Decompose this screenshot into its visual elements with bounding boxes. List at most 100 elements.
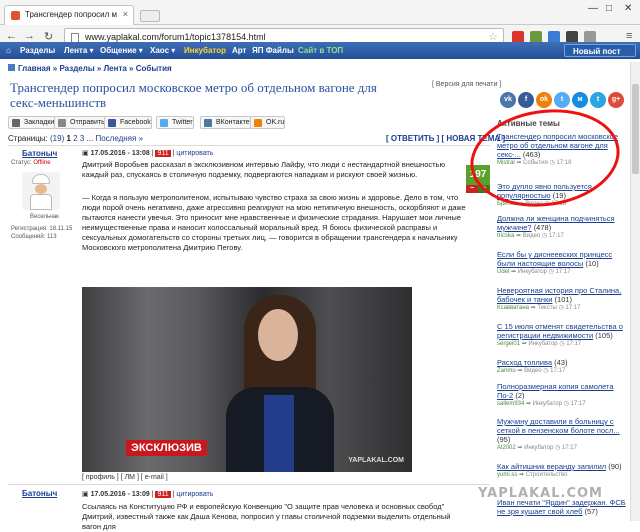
topic-meta: Udel ➡ Инкубатор ◷ 17:17 [497, 269, 571, 275]
post-paragraph: — Когда я пользую метрополитеном, испыты… [82, 193, 466, 252]
topic-link[interactable]: Должна ли женщина подчиняться мужчине? [497, 214, 615, 232]
topic-meta: Al2002 ➡ Инкубатор ◷ 17:17 [497, 445, 577, 451]
topic-link[interactable]: Как айтишник веранду запилил [497, 462, 606, 471]
post-meta: ▣ 17.05.2016 - 13:08 | 911 | цитировать [82, 150, 214, 157]
facebook-icon[interactable]: f [518, 92, 534, 108]
active-topic: Как айтишник веранду запилил (90) yumi.s… [497, 462, 627, 480]
vk-icon[interactable]: vk [500, 92, 516, 108]
topic-count: (105) [595, 331, 613, 340]
new-tab-button[interactable] [140, 10, 160, 22]
google-plus-icon[interactable]: g+ [608, 92, 624, 108]
post-number[interactable]: 911 [155, 491, 171, 498]
pager-label: Страницы: [8, 134, 48, 143]
quote-link[interactable]: цитировать [176, 150, 213, 157]
nav-files[interactable]: ЯП Файлы [252, 46, 294, 55]
scrollbar-thumb[interactable] [632, 84, 639, 174]
crumb-feed[interactable]: Лента [104, 64, 127, 73]
share-vk-button[interactable]: ВКонтакте [200, 116, 251, 129]
post-icon: ▣ [82, 491, 89, 498]
share-label: ВКонтакте [216, 119, 250, 126]
ok-icon[interactable]: ok [536, 92, 552, 108]
nav-chaos[interactable]: Хаос ▾ [150, 46, 175, 55]
active-topic: Расход топлива (43) Zanmu ➡ Видео ◷ 17:1… [497, 358, 627, 376]
pager-dots: ... [86, 134, 94, 143]
maximize-icon[interactable]: □ [606, 3, 612, 14]
share-label: Отправить [70, 119, 105, 126]
twitter-icon [160, 119, 168, 127]
close-window-icon[interactable]: ✕ [624, 3, 632, 14]
share-ok-button[interactable]: OK.ru [250, 116, 286, 129]
forward-icon[interactable]: → [24, 30, 35, 42]
topic-link[interactable]: Мужчину доставили в больницу с сеткой в … [497, 417, 620, 435]
post-links[interactable]: [ профиль ] [ ЛМ ] [ e-mail ] [82, 474, 168, 481]
minimize-icon[interactable]: — [588, 3, 598, 14]
post-author-status: Статус: Offline [11, 160, 51, 166]
page-last-link[interactable]: Последняя » [95, 134, 143, 143]
crumb-events[interactable]: События [136, 64, 172, 73]
topic-count: (478) [533, 223, 552, 232]
page-current: 1 [66, 134, 71, 143]
quote-link[interactable]: цитировать [176, 491, 213, 498]
tab-close-icon[interactable]: × [123, 9, 128, 19]
home-icon[interactable]: ⌂ [6, 46, 11, 55]
pager-count[interactable]: (19) [50, 134, 64, 143]
avatar [22, 172, 60, 210]
author-registration: Регистрация: 18.11.15 [11, 226, 73, 232]
share-twitter-button[interactable]: Twitter [156, 116, 194, 129]
share-facebook-button[interactable]: Facebook [104, 116, 152, 129]
back-icon[interactable]: ← [6, 30, 17, 42]
print-version-link[interactable]: [ Версия для печати ] [432, 81, 501, 88]
topic-meta: Ксавватана ➡ Тексты ◷ 17:17 [497, 305, 581, 311]
active-topic: Полноразмерная копия самолета По-2 (2) s… [497, 382, 627, 409]
new-post-label: Новый пост [573, 47, 621, 56]
nav-art[interactable]: Арт [232, 46, 246, 55]
active-topic: Должна ли женщина подчиняться мужчине? (… [497, 214, 627, 241]
crumb-home[interactable]: Главная [18, 64, 51, 73]
favicon-icon [11, 11, 20, 20]
chef-hat-icon [32, 174, 50, 184]
rate-minus-button[interactable]: − [466, 185, 478, 193]
site-watermark: YAPLAKAL.COM [478, 486, 603, 501]
new-post-button[interactable]: Новый пост [564, 44, 636, 57]
pager: Страницы: (19) 1 2 3 ... Последняя » [8, 134, 143, 143]
menu-icon[interactable]: ≡ [626, 30, 632, 42]
post-date: 17.05.2016 - 13:09 [90, 491, 150, 498]
nav-incubator[interactable]: Инкубатор [184, 46, 226, 55]
post-date: 17.05.2016 - 13:08 [90, 150, 150, 157]
topic-count: (101) [554, 295, 573, 304]
mailru-icon[interactable]: м [572, 92, 588, 108]
topic-meta: yumi.ss ➡ Строительство [497, 472, 568, 478]
tab-title: Трансгендер попросил м [25, 10, 118, 19]
browser-titlebar: Трансгендер попросил м × — □ ✕ [0, 0, 640, 25]
avatar-body [30, 194, 52, 210]
exclusive-tag: ЭКСКЛЮЗИВ [126, 440, 207, 456]
topic-link[interactable]: Расход топлива [497, 358, 552, 367]
topic-count: (90) [608, 462, 622, 471]
reply-button[interactable]: [ ОТВЕТИТЬ ] [386, 134, 439, 143]
post-author[interactable]: Батоныч [22, 489, 57, 498]
nav-top[interactable]: Сайт в ТОП [298, 46, 343, 55]
image-shirt [264, 395, 294, 472]
topic-count: (95) [497, 435, 511, 444]
post-paragraph: Дмитрий Воробьев рассказал в эксклюзивно… [82, 160, 446, 179]
topic-count: (10) [585, 259, 599, 268]
browser-tab[interactable]: Трансгендер попросил м × [4, 5, 134, 25]
share-bookmarks-button[interactable]: Закладки [8, 116, 56, 129]
post-number[interactable]: 911 [155, 150, 171, 157]
topic-count: (43) [554, 358, 568, 367]
page-link[interactable]: 3 [80, 134, 84, 143]
page-link[interactable]: 2 [73, 134, 77, 143]
facebook-icon [108, 119, 116, 127]
post-author[interactable]: Батоныч [22, 149, 57, 158]
nav-feed[interactable]: Лента ▾ [64, 46, 94, 55]
telegram-icon[interactable]: t [590, 92, 606, 108]
nav-sections[interactable]: Разделы [20, 46, 55, 55]
twitter-icon[interactable]: t [554, 92, 570, 108]
share-bar: Закладки Отправить Facebook Twitter ВКон… [8, 116, 490, 130]
author-rank: Весельчак [30, 214, 59, 220]
crumb-sections[interactable]: Разделы [59, 64, 94, 73]
nav-talk[interactable]: Общение ▾ [100, 46, 143, 55]
share-send-button[interactable]: Отправить [54, 116, 106, 129]
scrollbar[interactable] [630, 62, 640, 521]
ok-icon [254, 119, 262, 127]
